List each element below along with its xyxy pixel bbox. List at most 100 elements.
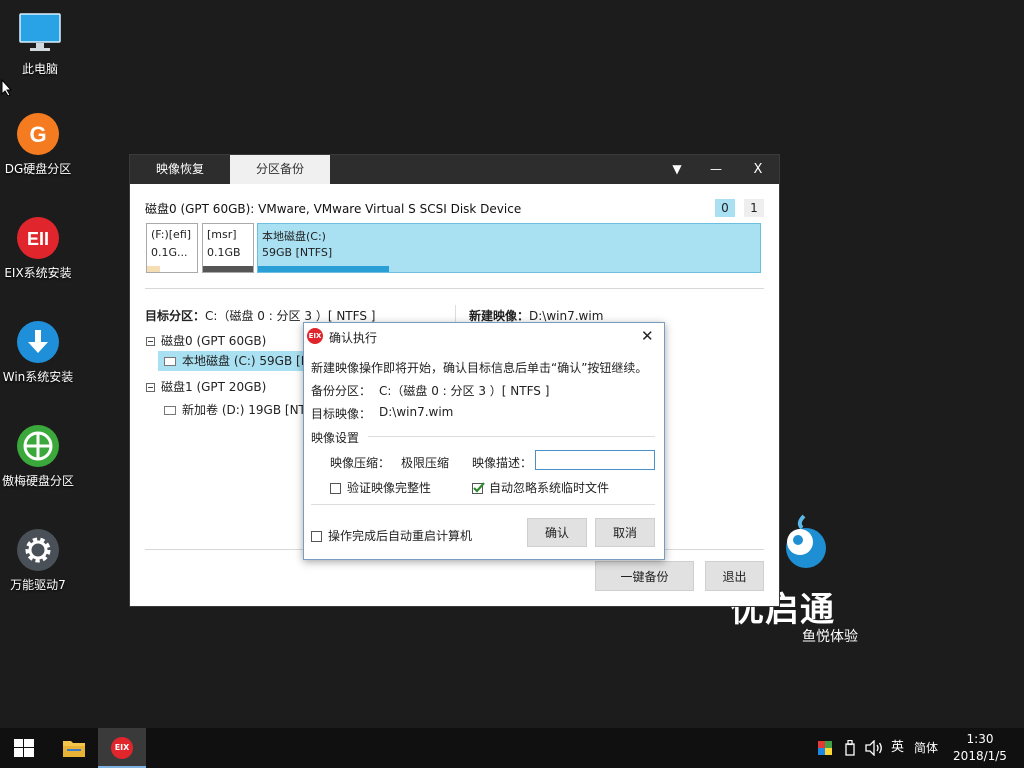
driver-gear-icon (17, 529, 59, 571)
partition-usage-bar (203, 266, 253, 272)
aomei-partition-icon (17, 425, 59, 467)
disk-selector-0[interactable]: 0 (715, 199, 735, 217)
tab-partition-backup[interactable]: 分区备份 (230, 155, 330, 184)
eix-install-icon: EII (17, 217, 59, 259)
volume-icon[interactable] (865, 740, 883, 756)
collapse-icon[interactable] (146, 383, 155, 392)
brand-subtitle: 鱼悦体验 (802, 629, 858, 645)
image-settings-label: 映像设置 (311, 431, 360, 445)
desktop-icon-label: 此电脑 (21, 62, 58, 76)
divider (145, 288, 764, 289)
confirm-dialog: EIX 确认执行 ✕ 新建映像操作即将开始，确认目标信息后单击“确认”按钮继续。… (303, 322, 665, 560)
ignore-temp-files-checkbox[interactable] (472, 482, 485, 494)
checkmark-icon (473, 482, 485, 493)
desktop-icon-label: Win系统安装 (2, 370, 74, 384)
disk-selector-1[interactable]: 1 (744, 199, 764, 217)
divider (368, 436, 655, 437)
verify-image-option[interactable]: 验证映像完整性 (330, 479, 431, 496)
collapse-icon[interactable] (146, 337, 155, 346)
brand-fish-logo-icon (786, 514, 826, 568)
color-icon[interactable] (818, 741, 832, 755)
image-description-input[interactable] (535, 450, 655, 470)
divider (311, 504, 655, 505)
dialog-title: 确认执行 (329, 331, 378, 345)
ime-language[interactable]: 英 (891, 728, 904, 768)
partition-msr[interactable]: [msr] 0.1GB (202, 223, 254, 273)
backup-partition-value: C:（磁盘 0 : 分区 3 ）[ NTFS ] (379, 384, 550, 398)
ime-mode[interactable]: 简体 (914, 728, 938, 768)
image-compress-value[interactable]: 极限压缩 (401, 454, 449, 471)
dialog-app-icon: EIX (307, 328, 323, 344)
dg-partition-icon: G (17, 113, 59, 155)
desktop-icon-eix-install[interactable]: EII EIX系统安装 (0, 216, 78, 281)
partition-efi[interactable]: (F:)[efi] 0.1G... (146, 223, 198, 273)
desktop-icon-driver[interactable]: 万能驱动7 (0, 528, 78, 593)
desktop-icon-label: EIX系统安装 (4, 266, 72, 280)
win-install-icon (17, 321, 59, 363)
tree-partition-d[interactable]: 新加卷 (D:) 19GB [NTFS] (164, 401, 304, 418)
tree-item-label: 磁盘1 (GPT 20GB) (161, 380, 267, 394)
backup-partition-label: 备份分区： (311, 384, 372, 398)
tree-disk0[interactable]: 磁盘0 (GPT 60GB) (146, 332, 266, 349)
partition-usage-bar (258, 266, 389, 272)
tree-disk1[interactable]: 磁盘1 (GPT 20GB) (146, 378, 266, 395)
partition-label: (F:)[efi] (151, 228, 192, 241)
auto-reboot-option[interactable]: 操作完成后自动重启计算机 (311, 527, 472, 544)
image-description-label: 映像描述： (472, 456, 533, 470)
dialog-ok-button[interactable]: 确认 (527, 518, 587, 547)
clock[interactable]: 1:30 2018/1/5 (950, 731, 1010, 765)
checkbox-label: 验证映像完整性 (347, 481, 432, 495)
partition-usage-bar (147, 266, 160, 272)
computer-icon (19, 13, 61, 51)
disk-title: 磁盘0 (GPT 60GB): VMware, VMware Virtual S… (145, 202, 522, 216)
checkbox-label: 操作完成后自动重启计算机 (328, 529, 473, 543)
target-image-label: 目标映像： (311, 407, 372, 421)
partition-size: 0.1G... (151, 246, 188, 259)
dialog-close-button[interactable]: ✕ (641, 327, 654, 345)
mouse-cursor (1, 79, 13, 97)
svg-text:G: G (29, 122, 46, 147)
ignore-temp-files-option[interactable]: 自动忽略系统临时文件 (472, 479, 609, 496)
partition-size: 0.1GB (207, 246, 241, 259)
desktop-icon-aomei-partition[interactable]: 傲梅硬盘分区 (0, 424, 78, 489)
folder-icon (63, 741, 85, 757)
exit-button[interactable]: 退出 (705, 561, 764, 591)
tree-item-label: 磁盘0 (GPT 60GB) (161, 334, 267, 348)
partition-size: 59GB [NTFS] (262, 246, 333, 259)
close-button[interactable]: X (743, 155, 773, 184)
minimize-button[interactable]: — (701, 155, 731, 184)
new-image-value: D:\win7.wim (529, 309, 604, 323)
desktop-icon-this-pc[interactable]: 此电脑 (0, 12, 80, 77)
taskbar-file-explorer[interactable] (50, 728, 98, 768)
usb-device-icon[interactable] (845, 740, 855, 756)
auto-reboot-checkbox[interactable] (311, 531, 322, 542)
target-partition-label: 目标分区： (145, 309, 206, 323)
taskbar: EIX 英 简体 1:30 2018/1/5 (0, 728, 1024, 768)
image-compress-label: 映像压缩： (330, 456, 391, 470)
target-partition-value: C:（磁盘 0 : 分区 3 ）[ NTFS ] (205, 309, 376, 323)
eix-app-icon: EIX (111, 737, 133, 759)
partition-label: [msr] (207, 228, 237, 241)
desktop-icon-dg-partition[interactable]: G DG硬盘分区 (0, 112, 78, 177)
tab-image-restore[interactable]: 映像恢复 (130, 155, 230, 184)
svg-text:EII: EII (27, 229, 49, 249)
start-windows-icon[interactable] (14, 739, 34, 757)
dialog-message: 新建映像操作即将开始，确认目标信息后单击“确认”按钮继续。 (311, 361, 648, 375)
tree-partition-c[interactable]: 本地磁盘 (C:) 59GB [NTFS] (158, 351, 314, 371)
one-click-backup-button[interactable]: 一键备份 (595, 561, 694, 591)
desktop-icon-label: 万能驱动7 (10, 578, 66, 592)
menu-dropdown-button[interactable]: ▼ (662, 155, 692, 184)
verify-image-checkbox[interactable] (330, 483, 341, 494)
dialog-cancel-button[interactable]: 取消 (595, 518, 655, 547)
checkbox-label: 自动忽略系统临时文件 (489, 481, 610, 495)
divider-vertical (455, 305, 456, 323)
partition-c[interactable]: 本地磁盘(C:) 59GB [NTFS] (257, 223, 761, 273)
desktop-icon-label: DG硬盘分区 (4, 162, 72, 176)
window-title-bar[interactable]: 映像恢复 分区备份 ▼ — X (130, 155, 779, 184)
taskbar-eix-app[interactable]: EIX (98, 728, 146, 768)
target-image-value: D:\win7.wim (379, 405, 454, 419)
tree-item-label: 新加卷 (D:) 19GB [NTFS] (182, 403, 304, 417)
clock-date: 2018/1/5 (953, 749, 1007, 763)
tree-item-label: 本地磁盘 (C:) 59GB [NTFS] (182, 354, 314, 368)
desktop-icon-win-install[interactable]: Win系统安装 (0, 320, 78, 385)
